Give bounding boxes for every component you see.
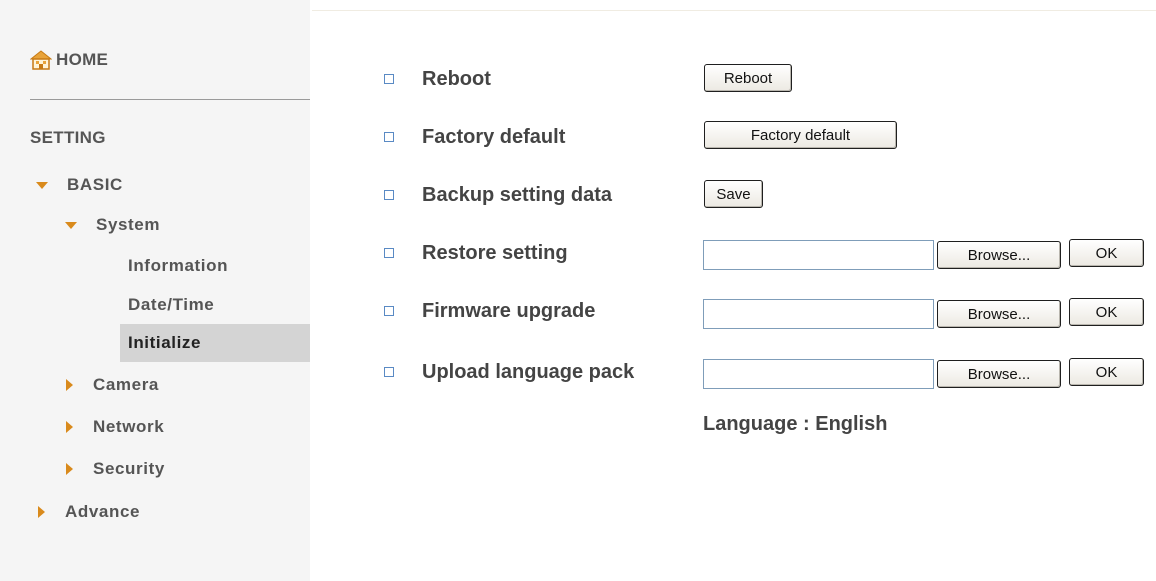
row-label: Restore setting bbox=[422, 241, 568, 264]
row-label: Backup setting data bbox=[422, 183, 613, 206]
save-button[interactable]: Save bbox=[704, 180, 763, 208]
sidebar-item-system[interactable]: System bbox=[65, 212, 160, 238]
firmware-ok-button[interactable]: OK bbox=[1069, 298, 1144, 326]
triangle-right-icon bbox=[66, 421, 73, 433]
row-factory-default: Factory default bbox=[384, 122, 565, 152]
square-bullet-icon bbox=[384, 367, 394, 377]
sidebar-item-basic[interactable]: BASIC bbox=[36, 172, 123, 198]
sidebar-item-initialize[interactable]: Initialize bbox=[128, 330, 201, 356]
row-backup: Backup setting data bbox=[384, 180, 612, 210]
sidebar-item-label: Security bbox=[93, 459, 165, 478]
sidebar-item-label: Advance bbox=[65, 502, 141, 521]
restore-ok-button[interactable]: OK bbox=[1069, 239, 1144, 267]
sidebar-item-datetime[interactable]: Date/Time bbox=[128, 292, 214, 318]
sidebar-item-network[interactable]: Network bbox=[66, 414, 164, 440]
home-label: HOME bbox=[56, 50, 109, 69]
firmware-file-input[interactable] bbox=[703, 299, 934, 329]
square-bullet-icon bbox=[384, 190, 394, 200]
current-language-text: Language : English bbox=[703, 413, 888, 435]
sidebar-item-label: Information bbox=[128, 256, 229, 275]
square-bullet-icon bbox=[384, 248, 394, 258]
home-icon bbox=[30, 50, 52, 70]
sidebar-item-label: Network bbox=[93, 417, 165, 436]
sidebar-divider bbox=[30, 99, 310, 100]
firmware-browse-button[interactable]: Browse... bbox=[937, 300, 1061, 328]
row-label: Upload language pack bbox=[422, 360, 635, 383]
row-label: Firmware upgrade bbox=[422, 299, 596, 322]
language-browse-button[interactable]: Browse... bbox=[937, 360, 1061, 388]
language-ok-button[interactable]: OK bbox=[1069, 358, 1144, 386]
restore-file-input[interactable] bbox=[703, 240, 934, 270]
sidebar-item-camera[interactable]: Camera bbox=[66, 372, 159, 398]
triangle-down-icon bbox=[65, 221, 77, 229]
home-link[interactable]: HOME bbox=[30, 48, 108, 72]
triangle-right-icon bbox=[38, 506, 45, 518]
triangle-right-icon bbox=[66, 379, 73, 391]
row-label: Factory default bbox=[422, 125, 566, 148]
row-language-pack: Upload language pack bbox=[384, 357, 634, 387]
sidebar: HOME SETTING BASIC System Information Da… bbox=[0, 0, 310, 581]
square-bullet-icon bbox=[384, 74, 394, 84]
triangle-right-icon bbox=[66, 463, 73, 475]
sidebar-item-label: Date/Time bbox=[128, 295, 215, 314]
reboot-button[interactable]: Reboot bbox=[704, 64, 792, 92]
row-label: Reboot bbox=[422, 67, 491, 90]
sidebar-item-label: BASIC bbox=[67, 175, 123, 194]
triangle-down-icon bbox=[36, 181, 48, 189]
row-reboot: Reboot bbox=[384, 64, 491, 94]
sidebar-item-label: Initialize bbox=[128, 333, 202, 352]
top-divider bbox=[312, 10, 1156, 11]
square-bullet-icon bbox=[384, 306, 394, 316]
factory-default-button[interactable]: Factory default bbox=[704, 121, 897, 149]
language-file-input[interactable] bbox=[703, 359, 934, 389]
sidebar-item-label: Camera bbox=[93, 375, 159, 394]
sidebar-item-label: System bbox=[96, 215, 161, 234]
row-restore: Restore setting bbox=[384, 238, 568, 268]
sidebar-item-information[interactable]: Information bbox=[128, 253, 228, 279]
row-firmware: Firmware upgrade bbox=[384, 296, 595, 326]
square-bullet-icon bbox=[384, 132, 394, 142]
sidebar-item-security[interactable]: Security bbox=[66, 456, 165, 482]
restore-browse-button[interactable]: Browse... bbox=[937, 241, 1061, 269]
sidebar-item-advance[interactable]: Advance bbox=[38, 499, 140, 525]
setting-heading: SETTING bbox=[30, 128, 106, 147]
